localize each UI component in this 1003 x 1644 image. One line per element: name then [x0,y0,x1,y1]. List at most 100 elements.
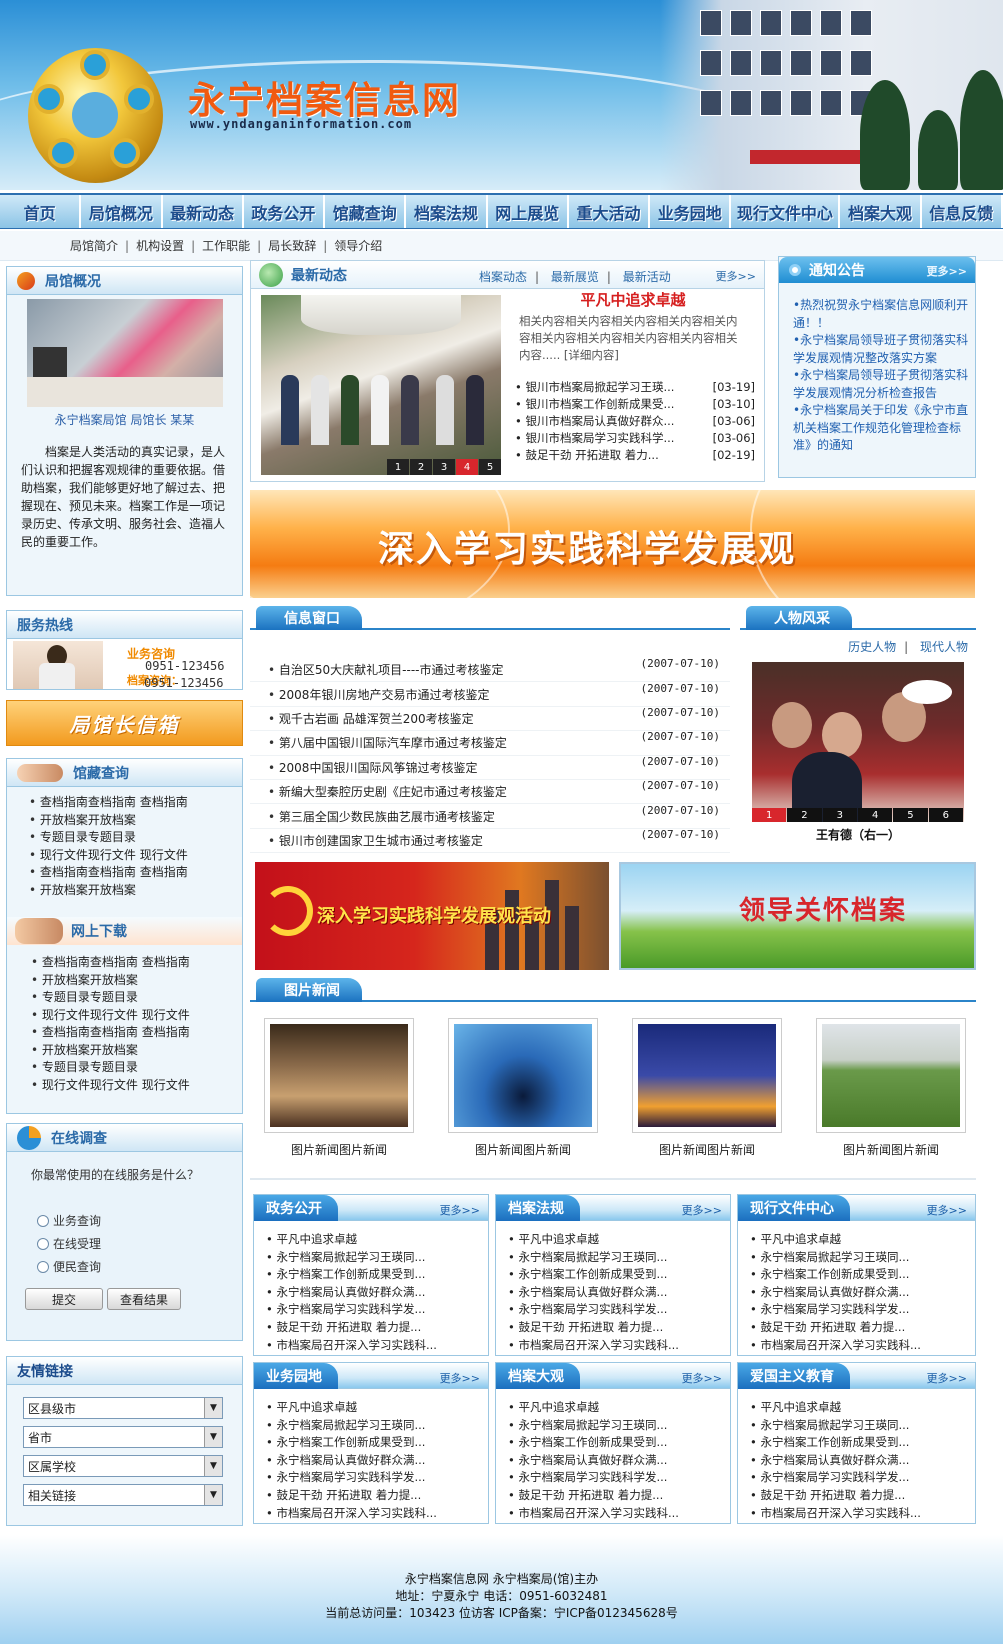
list-item[interactable]: 永宁档案局学习实践科学发... [508,1469,679,1487]
subnav-intro[interactable]: 局馆简介 [70,237,118,254]
nav-item-documents[interactable]: 现行文件中心 [731,195,841,228]
chevron-down-icon[interactable]: ▼ [204,1398,222,1418]
list-item[interactable]: •永宁档案局领导班子贯彻落实科学发展观情况整改落实方案 [793,332,969,367]
category-more-link[interactable]: 更多>> [440,1202,480,1218]
info-item-title[interactable]: 2008年银川房地产交易市通过考核鉴定 [268,686,490,703]
pager-number[interactable]: 5 [893,808,928,822]
pager-number[interactable]: 4 [456,459,478,475]
list-item[interactable]: 鼓足干劲 开拓进取 着力提... [508,1487,679,1505]
list-item[interactable]: 永宁档案工作创新成果受到... [266,1434,437,1452]
links-select-county[interactable]: 区县级市 ▼ [23,1397,223,1419]
links-select-schools[interactable]: 区属学校 ▼ [23,1455,223,1477]
pager-number[interactable]: 5 [479,459,501,475]
category-more-link[interactable]: 更多>> [682,1202,722,1218]
list-item[interactable]: 银川市创建国家卫生城市通过考核鉴定 (2007-07-10) [250,828,730,854]
list-item[interactable]: 银川市档案局学习实践科学... [03-06] [515,430,755,447]
list-item[interactable]: 专题目录专题目录 [31,989,190,1007]
category-title[interactable]: 爱国主义教育 [738,1363,850,1389]
tab-activities[interactable]: 最新活动 [623,270,671,284]
category-more-link[interactable]: 更多>> [927,1370,967,1386]
list-item[interactable]: 鼓足干劲 开拓进取 着力提... [750,1319,921,1337]
news-item-title[interactable]: 银川市档案局学习实践科学... [515,430,674,447]
photo-news-item[interactable]: 图片新闻图片新闻 [816,1018,966,1158]
survey-submit-button[interactable]: 提交 [25,1288,103,1310]
news-item-title[interactable]: 银川市档案工作创新成果受... [515,396,674,413]
list-item[interactable]: 现行文件现行文件 现行文件 [31,1007,190,1025]
survey-option[interactable]: 在线受理 [37,1235,101,1252]
pager-number[interactable]: 1 [387,459,409,475]
info-item-title[interactable]: 观千古岩画 品雄浑贺兰200考核鉴定 [268,710,474,727]
list-item[interactable]: 专题目录专题目录 [29,829,188,847]
nav-item-home[interactable]: 首页 [0,195,82,228]
info-item-title[interactable]: 新编大型秦腔历史剧《庄妃市通过考核鉴定 [268,783,507,800]
survey-option[interactable]: 业务查询 [37,1212,101,1229]
list-item[interactable]: 银川市档案工作创新成果受... [03-10] [515,396,755,413]
nav-item-feedback[interactable]: 信息反馈 [922,195,1003,228]
list-item[interactable]: 专题目录专题目录 [31,1059,190,1077]
photo-news-item[interactable]: 图片新闻图片新闻 [264,1018,414,1158]
tab-exhibitions[interactable]: 最新展览 [551,270,599,284]
list-item[interactable]: 查档指南查档指南 查档指南 [31,954,190,972]
list-item[interactable]: 市档案局召开深入学习实践科... [266,1337,436,1355]
survey-results-button[interactable]: 查看结果 [107,1288,181,1310]
list-item[interactable]: 市档案局召开深入学习实践科... [266,1505,436,1523]
list-item[interactable]: 鼓足干劲 开拓进取 着力提... [266,1319,437,1337]
tab-historical-people[interactable]: 历史人物 [848,640,896,654]
radio-icon[interactable] [37,1260,49,1273]
info-item-title[interactable]: 第八届中国银川国际汽车摩市通过考核鉴定 [268,734,507,751]
list-item[interactable]: 永宁档案工作创新成果受到... [508,1434,679,1452]
list-item[interactable]: 开放档案开放档案 [29,812,188,830]
list-item[interactable]: 银川市档案局认真做好群众... [03-06] [515,413,755,430]
nav-item-events[interactable]: 重大活动 [569,195,651,228]
list-item[interactable]: 第八届中国银川国际汽车摩市通过考核鉴定 (2007-07-10) [250,730,730,756]
list-item[interactable]: 永宁档案局学习实践科学发... [266,1301,437,1319]
list-item[interactable]: 永宁档案局掀起学习王瑛同... [266,1417,437,1435]
list-item[interactable]: 2008年银川房地产交易市通过考核鉴定 (2007-07-10) [250,682,730,707]
list-item[interactable]: 现行文件现行文件 现行文件 [31,1077,190,1095]
pager-number[interactable]: 4 [857,808,893,822]
info-item-title[interactable]: 第三届全国少数民族曲艺展市通考核鉴定 [268,808,495,825]
list-item[interactable]: 永宁档案局掀起学习王瑛同... [750,1249,921,1267]
photo-news-image[interactable] [270,1024,408,1127]
list-item[interactable]: 2008中国银川国际风筝锦过考核鉴定 (2007-07-10) [250,755,730,780]
category-more-link[interactable]: 更多>> [440,1370,480,1386]
list-item[interactable]: 开放档案开放档案 [31,1042,190,1060]
list-item[interactable]: 新编大型秦腔历史剧《庄妃市通过考核鉴定 (2007-07-10) [250,779,730,805]
radio-icon[interactable] [37,1237,49,1250]
director-mailbox-button[interactable]: 局馆长信箱 [6,700,243,746]
news-item-title[interactable]: 鼓足干劲 开拓进取 着力... [515,447,658,464]
pager-number[interactable]: 1 [752,808,787,822]
list-item[interactable]: 永宁档案局掀起学习王瑛同... [266,1249,437,1267]
list-item[interactable]: 第三届全国少数民族曲艺展市通考核鉴定 (2007-07-10) [250,804,730,829]
radio-icon[interactable] [37,1214,49,1227]
list-item[interactable]: 鼓足干劲 开拓进取 着力提... [508,1319,679,1337]
photo-news-item[interactable]: 图片新闻图片新闻 [632,1018,782,1158]
list-item[interactable]: 平凡中追求卓越 [266,1231,437,1249]
links-select-related[interactable]: 相关链接 ▼ [23,1484,223,1506]
news-slideshow-photo[interactable]: 12345 [261,295,501,475]
subnav-speech[interactable]: 局长致辞 [268,237,316,254]
list-item[interactable]: 永宁档案局认真做好群众满... [750,1452,921,1470]
list-item[interactable]: 平凡中追求卓越 [508,1231,679,1249]
list-item[interactable]: 开放档案开放档案 [29,882,188,900]
list-item[interactable]: 永宁档案工作创新成果受到... [508,1266,679,1284]
list-item[interactable]: 永宁档案局学习实践科学发... [750,1301,921,1319]
tab-archive-news[interactable]: 档案动态 [479,270,527,284]
leaders-care-banner[interactable]: 领导关怀档案 [619,862,976,970]
news-headline[interactable]: 平凡中追求卓越 [513,289,753,310]
photo-news-image[interactable] [822,1024,960,1127]
list-item[interactable]: 自治区50大庆献礼项目----市通过考核鉴定 (2007-07-10) [250,657,730,683]
pager-number[interactable]: 6 [928,808,963,822]
list-item[interactable]: 查档指南查档指南 查档指南 [31,1024,190,1042]
list-item[interactable]: 永宁档案局认真做好群众满... [266,1452,437,1470]
study-banner[interactable]: 深入学习实践科学发展观 [250,490,975,598]
list-item[interactable]: 现行文件现行文件 现行文件 [29,847,188,865]
category-title[interactable]: 政务公开 [254,1195,338,1221]
list-item[interactable]: 市档案局召开深入学习实践科... [508,1505,678,1523]
nav-item-latest[interactable]: 最新动态 [163,195,244,228]
nav-item-regulations[interactable]: 档案法规 [406,195,488,228]
list-item[interactable]: 市档案局召开深入学习实践科... [750,1505,920,1523]
list-item[interactable]: •永宁档案局关于印发《永宁市直机关档案工作规范化管理检查标准》的通知 [793,402,969,455]
list-item[interactable]: 平凡中追求卓越 [750,1231,921,1249]
survey-option[interactable]: 便民查询 [37,1258,101,1275]
